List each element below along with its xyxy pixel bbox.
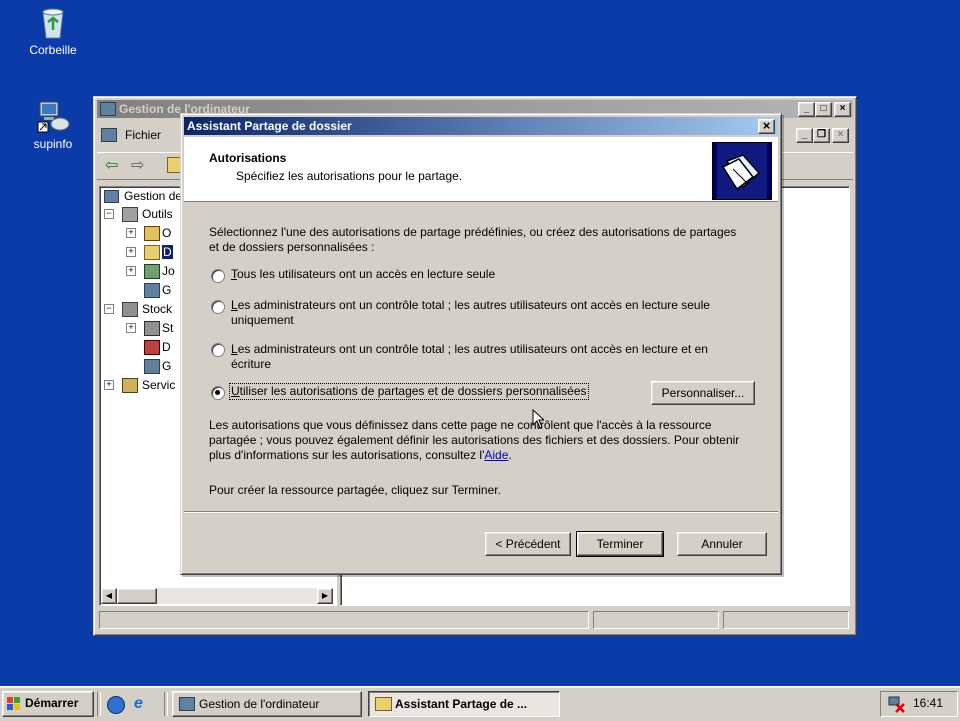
taskbar-item-share-wizard[interactable]: Assistant Partage de ... xyxy=(368,691,560,717)
quicklaunch-divider xyxy=(97,692,101,716)
system-tray: 16:41 xyxy=(880,691,958,717)
minimize-button[interactable]: _ xyxy=(798,102,815,117)
collapse-icon[interactable]: − xyxy=(104,304,114,314)
quicklaunch-divider xyxy=(164,692,168,716)
shared-folder-icon xyxy=(144,245,160,260)
taskbar-item-computer-management[interactable]: Gestion de l'ordinateur xyxy=(172,691,362,717)
network-disconnected-icon[interactable] xyxy=(887,695,905,713)
close-button[interactable]: × xyxy=(758,119,775,134)
radio-selected-dot xyxy=(215,390,220,395)
header-subtitle: Spécifiez les autorisations pour le part… xyxy=(236,169,463,183)
computer-icon xyxy=(104,190,119,203)
start-button[interactable]: Démarrer xyxy=(2,691,94,717)
network-computer-icon xyxy=(36,98,70,134)
option-admin-full-others-read[interactable]: Les administrateurs ont un contrôle tota… xyxy=(231,298,751,328)
expand-icon[interactable]: + xyxy=(126,266,136,276)
logs-icon xyxy=(144,264,160,279)
back-button[interactable]: < Précédent xyxy=(485,532,571,556)
radio-admin-full-others-read[interactable] xyxy=(211,300,225,314)
option-admin-full-others-write[interactable]: Les administrateurs ont un contrôle tota… xyxy=(231,342,751,372)
forward-arrow-icon[interactable]: ⇨ xyxy=(131,155,144,175)
option-custom-permissions[interactable]: Utiliser les autorisations de partages e… xyxy=(229,383,589,400)
dialog-titlebar[interactable]: Assistant Partage de dossier xyxy=(184,117,778,135)
header-title: Autorisations xyxy=(209,151,287,165)
collapse-icon[interactable]: − xyxy=(104,209,114,219)
scroll-left-button[interactable]: ◀ xyxy=(101,588,117,604)
cancel-button[interactable]: Annuler xyxy=(677,532,767,556)
radio-read-only[interactable] xyxy=(211,269,225,283)
radio-admin-full-others-write[interactable] xyxy=(211,343,225,357)
radio-custom-permissions[interactable] xyxy=(211,386,225,400)
app-icon xyxy=(100,102,116,116)
status-panel xyxy=(723,611,849,629)
status-panel xyxy=(593,611,719,629)
close-button[interactable]: × xyxy=(834,102,851,117)
desktop-icon-label: Corbeille xyxy=(29,43,77,57)
status-panel xyxy=(99,611,589,629)
event-viewer-icon xyxy=(144,226,160,241)
services-icon xyxy=(122,378,138,393)
desktop-icon-supinfo[interactable]: supinfo xyxy=(18,98,88,151)
expand-icon[interactable]: + xyxy=(126,323,136,333)
folder-icon xyxy=(375,697,392,711)
removable-storage-icon xyxy=(144,321,160,336)
child-restore-button[interactable]: ❐ xyxy=(813,128,830,143)
dialog-title: Assistant Partage de dossier xyxy=(187,119,352,133)
desktop-icon-label: supinfo xyxy=(33,137,73,151)
share-folder-wizard-dialog: Assistant Partage de dossier × Autorisat… xyxy=(180,113,782,575)
status-bar xyxy=(97,610,853,630)
horizontal-scrollbar[interactable]: ◀ ▶ xyxy=(101,588,333,604)
windows-logo-icon xyxy=(7,696,21,710)
device-manager-icon xyxy=(144,283,160,298)
expand-icon[interactable]: + xyxy=(126,228,136,238)
intro-text: Sélectionnez l'une des autorisations de … xyxy=(209,225,737,254)
internet-explorer-icon[interactable]: e xyxy=(134,695,143,713)
info-text: Les autorisations que vous définissez da… xyxy=(209,418,740,462)
maximize-button[interactable]: □ xyxy=(815,102,832,117)
expand-icon[interactable]: + xyxy=(104,380,114,390)
storage-icon xyxy=(122,302,138,317)
child-minimize-button[interactable]: _ xyxy=(796,128,813,143)
computer-management-icon xyxy=(179,697,195,711)
wizard-folder-icon xyxy=(712,142,772,200)
finish-instruction: Pour créer la ressource partagée, clique… xyxy=(209,483,501,497)
menu-item-file[interactable]: Fichier xyxy=(125,128,161,142)
expand-icon[interactable]: + xyxy=(126,247,136,257)
scroll-thumb[interactable] xyxy=(117,588,157,604)
defrag-icon xyxy=(144,340,160,355)
clock[interactable]: 16:41 xyxy=(913,696,943,710)
child-close-button[interactable]: × xyxy=(832,128,849,143)
recycle-bin-icon xyxy=(36,4,70,40)
divider xyxy=(184,511,778,513)
show-desktop-icon[interactable] xyxy=(107,696,125,714)
mouse-cursor xyxy=(532,408,546,432)
finish-button[interactable]: Terminer xyxy=(576,531,664,557)
customize-button[interactable]: Personnaliser... xyxy=(651,381,755,405)
back-arrow-icon[interactable]: ⇦ xyxy=(105,155,118,175)
wizard-header: Autorisations Spécifiez les autorisation… xyxy=(184,137,778,202)
taskbar: Démarrer e Gestion de l'ordinateur Assis… xyxy=(0,686,960,721)
help-link[interactable]: Aide xyxy=(484,448,508,462)
option-read-only[interactable]: Tous les utilisateurs ont un accès en le… xyxy=(231,267,731,282)
desktop-icon-recycle-bin[interactable]: Corbeille xyxy=(18,4,88,57)
menu-icon xyxy=(101,128,117,142)
disk-management-icon xyxy=(144,359,160,374)
scroll-right-button[interactable]: ▶ xyxy=(317,588,333,604)
tools-icon xyxy=(122,207,138,222)
